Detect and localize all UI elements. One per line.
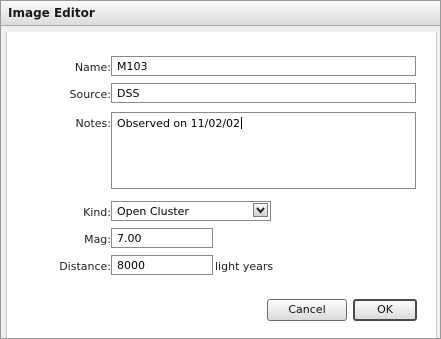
mag-field[interactable]: 7.00 bbox=[111, 228, 213, 248]
text-caret bbox=[241, 117, 243, 129]
form-panel: Name: M103 Source: DSS Notes: Observed o… bbox=[6, 32, 437, 338]
source-label: Source: bbox=[69, 88, 112, 101]
title-bar[interactable]: Image Editor bbox=[1, 1, 440, 26]
notes-textarea[interactable]: Observed on 11/02/02 bbox=[111, 112, 416, 189]
chevron-down-icon bbox=[256, 207, 265, 214]
image-editor-window: Image Editor Name: M103 Source: DSS Note… bbox=[0, 0, 441, 339]
mag-label: Mag: bbox=[84, 233, 111, 246]
kind-label: Kind: bbox=[83, 206, 111, 219]
cancel-button[interactable]: Cancel bbox=[267, 299, 347, 321]
notes-label: Notes: bbox=[75, 117, 111, 130]
notes-text: Observed on 11/02/02 bbox=[117, 117, 241, 130]
distance-unit-label: light years bbox=[215, 260, 274, 273]
kind-selected-value: Open Cluster bbox=[117, 205, 189, 218]
name-field[interactable]: M103 bbox=[111, 56, 416, 76]
kind-select[interactable]: Open Cluster bbox=[111, 201, 271, 221]
kind-dropdown-button[interactable] bbox=[253, 203, 268, 217]
name-label: Name: bbox=[74, 61, 111, 74]
distance-field[interactable]: 8000 bbox=[111, 255, 213, 275]
distance-label: Distance: bbox=[59, 260, 111, 273]
window-title: Image Editor bbox=[8, 6, 95, 20]
ok-button[interactable]: OK bbox=[353, 299, 417, 321]
source-field[interactable]: DSS bbox=[111, 83, 416, 103]
